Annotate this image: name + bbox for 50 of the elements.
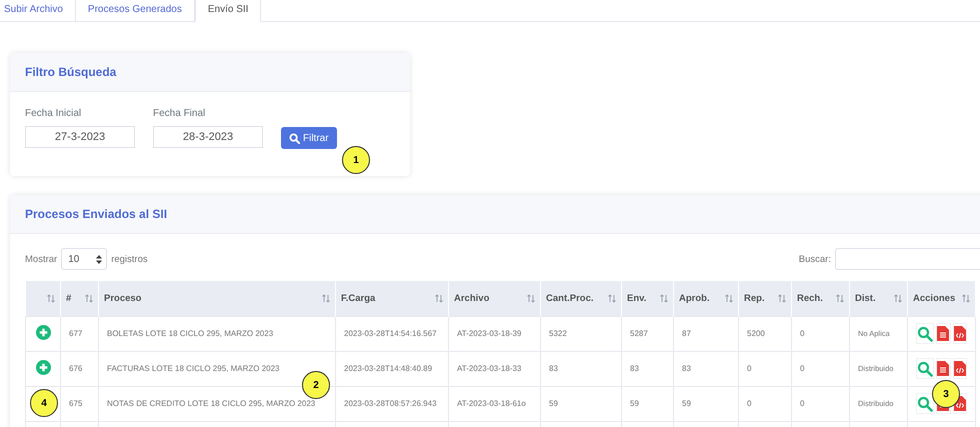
table-cell: 2023-03-28T14:48:40.89 (336, 351, 448, 386)
tab[interactable]: Procesos Generados (76, 0, 195, 22)
table-cell: BOLETAS LOTE 18 CICLO 295, MARZO 2023 (98, 316, 336, 351)
table-cell: 677 (60, 316, 98, 351)
search-label: Buscar: (798, 254, 831, 264)
column-header[interactable]: Dist. (850, 281, 908, 316)
filter-button[interactable]: Filtrar (281, 127, 337, 149)
field-label: Fecha Final (153, 108, 206, 119)
table-cell: 87 (674, 316, 738, 351)
date-field[interactable]: 28-3-2023 (153, 126, 263, 148)
table-cell: AT-2023-03-18-39 (448, 316, 540, 351)
field-label: Fecha Inicial (25, 108, 82, 119)
date-field[interactable]: 27-3-2023 (25, 126, 135, 148)
table-cell: 5200 (738, 316, 792, 351)
table-cell: 0 (738, 386, 792, 421)
tab[interactable]: Subir Archivo (0, 0, 76, 22)
table-cell: 0 (792, 386, 850, 421)
column-header[interactable]: # (60, 281, 98, 316)
column-header[interactable]: Rep. (738, 281, 792, 316)
table-cell: 59 (540, 386, 622, 421)
table-cell: 59 (674, 386, 738, 421)
page-size-select[interactable]: 10 (61, 248, 108, 270)
table-cell: AT-2023-03-18-33 (448, 351, 540, 386)
table-cell: 675 (60, 386, 98, 421)
table-cell: 5287 (622, 316, 674, 351)
table-cell: 83 (622, 351, 674, 386)
table-cell: 0 (792, 351, 850, 386)
column-header[interactable]: Archivo (448, 281, 540, 316)
card-title: Procesos Enviados al SII (25, 207, 168, 221)
table-cell: 5322 (540, 316, 622, 351)
table-cell: 0 (792, 316, 850, 351)
show-suffix: registros (111, 254, 148, 264)
tab[interactable]: Envío SII (194, 0, 262, 22)
show-label: Mostrar (25, 254, 58, 264)
table-cell: 59 (622, 386, 674, 421)
table-cell: 0 (738, 351, 792, 386)
column-header[interactable]: Proceso (98, 281, 336, 316)
card-title: Filtro Búsqueda (25, 65, 116, 79)
table-cell: 2023-03-28T08:57:26.943 (336, 386, 448, 421)
column-header[interactable]: Aprob. (674, 281, 738, 316)
table-cell: 83 (674, 351, 738, 386)
table-cell: AT-2023-03-18-61o (448, 386, 540, 421)
table-cell: 676 (60, 351, 98, 386)
column-header[interactable]: Cant.Proc. (540, 281, 622, 316)
column-header[interactable]: F.Carga (336, 281, 448, 316)
table-cell: 2023-03-28T14:54:16.567 (336, 316, 448, 351)
column-header[interactable]: Env. (622, 281, 674, 316)
column-header[interactable]: Acciones (908, 281, 976, 316)
table-cell: 83 (540, 351, 622, 386)
column-header[interactable]: Rech. (792, 281, 850, 316)
